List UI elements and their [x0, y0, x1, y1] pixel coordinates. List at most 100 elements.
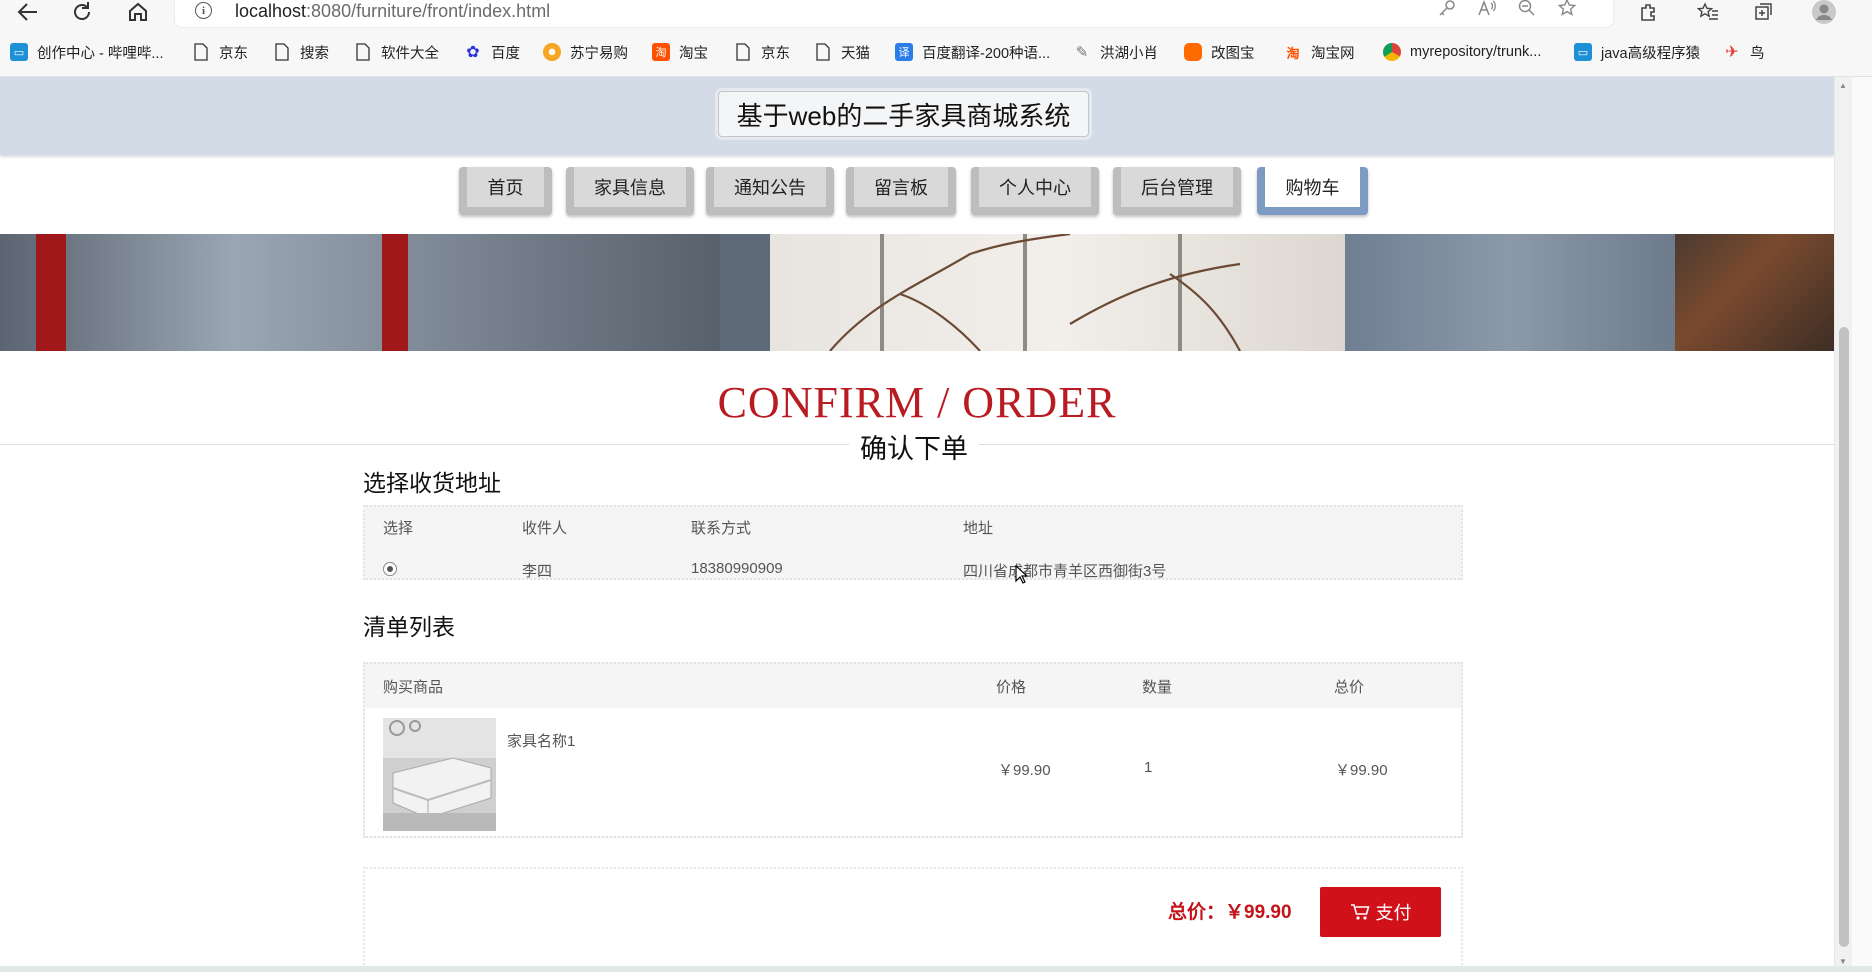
menu-label: 通知公告 [714, 167, 826, 207]
order-summary: 总价：￥99.90 支付 [363, 867, 1463, 972]
bookmark-label: 淘宝 [679, 45, 708, 62]
zoom-out-icon[interactable] [1515, 0, 1539, 19]
menu-item-profile[interactable]: 个人中心 [971, 167, 1099, 215]
confirm-subtitle: 确认下单 [849, 427, 979, 466]
feather-icon: ✎ [1075, 44, 1089, 61]
address-section-title: 选择收货地址 [363, 470, 501, 496]
bookmark-item[interactable]: myrepository/trunk... [1383, 40, 1541, 64]
bookmark-item[interactable]: ▭ java高级程序猿 [1574, 40, 1700, 64]
cart-icon [1350, 904, 1370, 920]
key-icon[interactable] [1435, 0, 1459, 19]
page-icon [273, 43, 291, 61]
product-total: ￥99.90 [1335, 762, 1388, 779]
site-title: 基于web的二手家具商城系统 [718, 91, 1089, 137]
scrollbar[interactable]: ▲ ▼ [1834, 77, 1853, 972]
bookmark-item[interactable]: ☻ 苏宁易购 [543, 40, 628, 64]
bookmark-label: java高级程序猿 [1601, 45, 1701, 62]
bookmark-item[interactable]: 京东 [192, 40, 248, 64]
url-text[interactable]: localhost:8080/furniture/front/index.htm… [235, 1, 550, 22]
taskbar-edge [0, 966, 1872, 972]
profile-avatar-icon[interactable] [1808, 0, 1840, 24]
menu-label: 首页 [467, 167, 544, 207]
suning-icon: ☻ [543, 43, 561, 61]
bookmark-item[interactable]: ✎ 洪湖小肖 [1073, 40, 1158, 64]
scrollbar-thumb[interactable] [1839, 327, 1849, 947]
bookmark-label: 搜索 [300, 45, 329, 62]
bookmark-item[interactable]: 搜索 [273, 40, 329, 64]
confirm-title: CONFIRM / ORDER [717, 378, 1117, 427]
url-host: localhost [235, 1, 307, 21]
address-header-phone: 联系方式 [691, 520, 752, 537]
bookmark-item[interactable]: 天猫 [814, 40, 870, 64]
home-icon[interactable] [122, 0, 154, 24]
site-info-icon[interactable]: i [195, 2, 212, 19]
bookmark-label: 苏宁易购 [570, 45, 628, 62]
product-image[interactable] [383, 718, 496, 831]
bookmark-label: 京东 [219, 45, 248, 62]
menu-item-messages[interactable]: 留言板 [846, 167, 956, 215]
favorites-icon[interactable] [1694, 0, 1722, 24]
read-aloud-icon[interactable] [1475, 0, 1499, 19]
menu-label: 家具信息 [574, 167, 686, 207]
address-bar[interactable]: i localhost:8080/furniture/front/index.h… [174, 0, 1614, 28]
bookmark-label: myrepository/trunk... [1410, 44, 1542, 60]
bookmark-item[interactable]: ▭ 创作中心 - 哔哩哔... [10, 40, 163, 64]
bookmark-item[interactable]: 改图宝 [1184, 40, 1255, 64]
bookmark-label: 软件大全 [381, 45, 439, 62]
menu-item-cart[interactable]: 购物车 [1257, 167, 1368, 215]
scroll-down-icon[interactable]: ▼ [1839, 957, 1847, 966]
bookmark-label: 改图宝 [1211, 45, 1255, 62]
menu-item-home[interactable]: 首页 [459, 167, 552, 215]
bookmark-label: 洪湖小肖 [1100, 45, 1158, 62]
page-content: 基于web的二手家具商城系统 首页 家具信息 通知公告 留言板 个人中心 后台管… [0, 77, 1834, 972]
bookmark-item[interactable]: 软件大全 [354, 40, 439, 64]
menu-label: 个人中心 [979, 167, 1091, 207]
menu-item-admin[interactable]: 后台管理 [1113, 167, 1241, 215]
add-favorite-icon[interactable] [1555, 0, 1579, 19]
page-icon [734, 43, 752, 61]
branch-decoration [829, 234, 1241, 351]
product-price: ￥99.90 [998, 762, 1051, 779]
mouse-cursor-icon [1015, 565, 1029, 584]
gaitubao-icon [1184, 43, 1202, 61]
bookmark-item[interactable]: 京东 [734, 40, 790, 64]
pay-button[interactable]: 支付 [1320, 887, 1441, 937]
refresh-icon[interactable] [66, 0, 98, 24]
bookmark-item[interactable]: ✈ 鸟 [1723, 40, 1764, 64]
menu-label: 购物车 [1265, 167, 1360, 207]
back-arrow-icon[interactable] [12, 0, 44, 24]
pay-label: 支付 [1375, 903, 1412, 923]
product-quantity: 1 [1144, 759, 1153, 776]
menu-item-notices[interactable]: 通知公告 [706, 167, 834, 215]
items-header-total: 总价 [1334, 679, 1365, 696]
browser-chrome: i localhost:8080/furniture/front/index.h… [0, 0, 1872, 77]
scroll-up-icon[interactable]: ▲ [1839, 81, 1847, 90]
url-path: :8080/furniture/front/index.html [306, 1, 551, 21]
items-header-price: 价格 [996, 679, 1027, 696]
table-row: 家具名称1 ￥99.90 1 ￥99.90 [365, 708, 1461, 836]
items-section-title: 清单列表 [363, 614, 455, 640]
side-panel-edge [1852, 77, 1872, 972]
menu-label: 后台管理 [1121, 167, 1233, 207]
bookmark-item[interactable]: 淘淘宝网 [1284, 40, 1355, 64]
site-header: 基于web的二手家具商城系统 [0, 77, 1834, 155]
address-phone: 18380990909 [691, 560, 783, 577]
collections-icon[interactable] [1750, 0, 1778, 24]
page-icon [814, 43, 832, 61]
address-radio[interactable] [383, 562, 397, 576]
bookmark-item[interactable]: 淘淘宝 [652, 40, 708, 64]
menu-item-furniture[interactable]: 家具信息 [566, 167, 694, 215]
bookmark-item[interactable]: 译百度翻译-200种语... [895, 40, 1050, 64]
address-header-receiver: 收件人 [522, 520, 568, 537]
baidu-paw-icon: ✿ [466, 44, 480, 61]
extensions-icon[interactable] [1634, 0, 1662, 24]
menu-label: 留言板 [854, 167, 948, 207]
bookmark-label: 淘宝网 [1311, 45, 1355, 62]
address-header-select: 选择 [383, 520, 414, 537]
chrome-icon [1383, 43, 1401, 61]
bookmark-item[interactable]: ✿ 百度 [464, 40, 520, 64]
items-header-quantity: 数量 [1142, 679, 1173, 696]
bookmark-label: 百度 [491, 45, 520, 62]
taobao-icon: 淘 [652, 43, 670, 61]
product-name[interactable]: 家具名称1 [507, 730, 575, 751]
